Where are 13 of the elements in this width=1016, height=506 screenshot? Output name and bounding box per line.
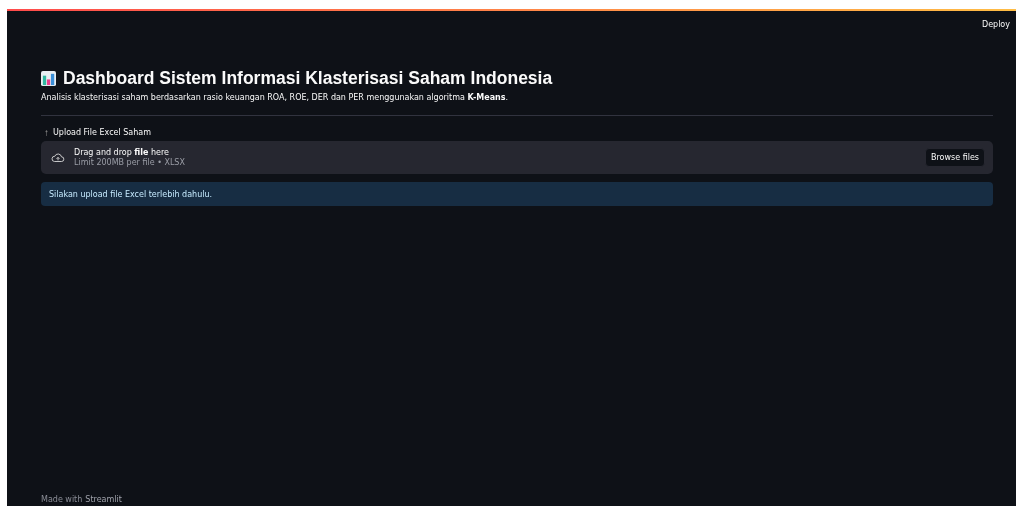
bar-chart-icon [41,70,56,86]
footer-text: Made with [41,495,83,504]
page-title: Dashboard Sistem Informasi Klasterisasi Saham Indonesia [63,67,553,89]
uploader-label: Upload File Excel Saham [53,128,151,137]
description-text: Analisis klasterisasi saham berdasarkan rasio keuangan ROA, ROE, DER dan PER menggunakan algoritma K-Means. [41,93,510,103]
browse-files-button[interactable]: Browse files [924,148,985,167]
file-dropzone[interactable]: Drag and drop file here Limit 200MB per file • XLSX Browse files [41,141,993,174]
cloud-upload-icon [51,152,65,163]
info-message: Silakan upload file Excel terlebih dahulu. [49,189,213,199]
streamlit-link[interactable]: Streamlit [85,495,122,504]
drop-instruction: Drag and drop file here [74,148,170,157]
file-limit-text: Limit 200MB per file • XLSX [74,158,186,167]
deploy-button[interactable]: Deploy [982,19,1010,29]
